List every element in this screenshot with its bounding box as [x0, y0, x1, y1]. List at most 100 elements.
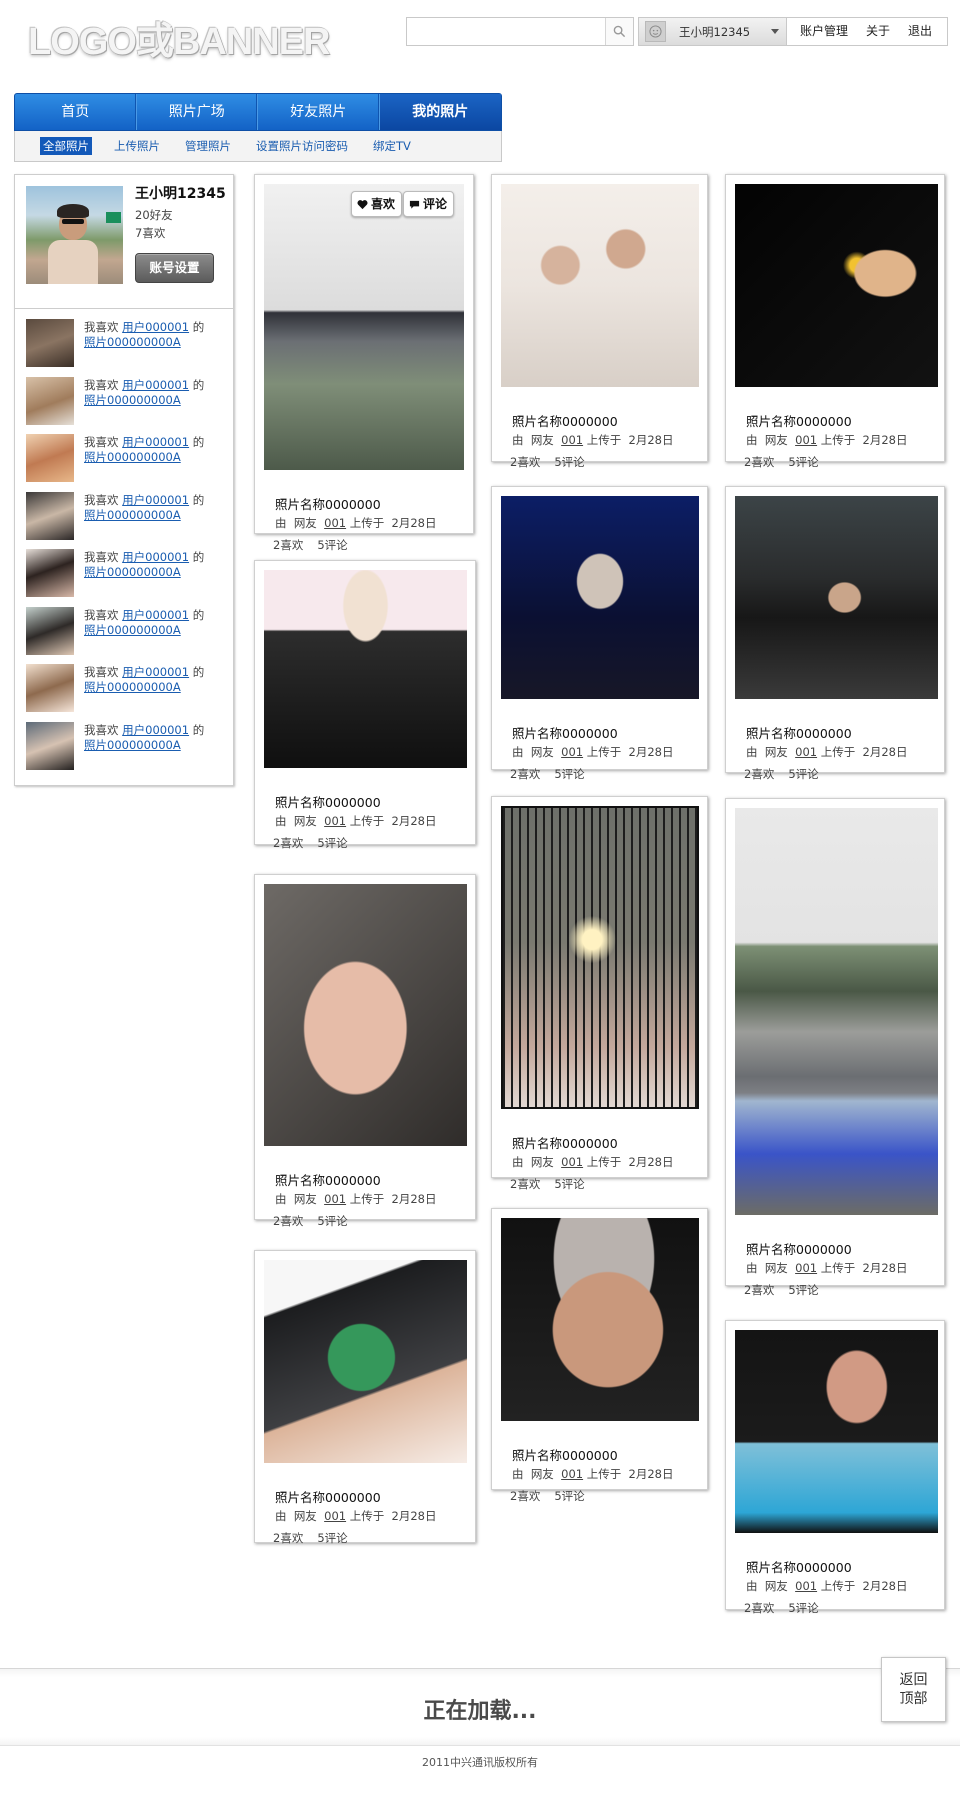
activity-user-link[interactable]: 用户000001	[122, 320, 189, 334]
likes-count[interactable]: 2喜欢	[273, 836, 303, 850]
likes-count[interactable]: 2喜欢	[510, 1177, 540, 1191]
activity-user-link[interactable]: 用户000001	[122, 493, 189, 507]
subtab-bind-tv[interactable]: 绑定TV	[373, 138, 411, 154]
uploader-link[interactable]: 001	[795, 745, 817, 759]
comments-count[interactable]: 5评论	[554, 1177, 584, 1191]
photo-card[interactable]: 照片名称0000000 由 网友 001 上传于 2月28日 2喜欢 5评论	[254, 874, 476, 1228]
photo-card[interactable]: 照片名称0000000 由 网友 001 上传于 2月28日 2喜欢 5评论	[725, 174, 945, 469]
comments-count[interactable]: 5评论	[554, 1489, 584, 1503]
photo-image[interactable]	[501, 496, 699, 699]
friend-avatar[interactable]	[26, 664, 74, 712]
uploader-link[interactable]: 001	[324, 516, 346, 530]
comment-button[interactable]: 评论	[403, 191, 455, 217]
activity-photo-link[interactable]: 照片000000000A	[84, 738, 181, 752]
comments-count[interactable]: 5评论	[788, 1601, 818, 1615]
friend-avatar[interactable]	[26, 319, 74, 367]
photo-title[interactable]: 照片名称0000000	[275, 1487, 381, 1506]
activity-user-link[interactable]: 用户000001	[122, 435, 189, 449]
logout-link[interactable]: 退出	[899, 18, 941, 45]
photo-card[interactable]: 照片名称0000000 由 网友 001 上传于 2月28日 2喜欢 5评论	[725, 798, 945, 1297]
likes-count[interactable]: 2喜欢	[510, 767, 540, 781]
likes-count[interactable]: 2喜欢	[744, 1601, 774, 1615]
photo-card[interactable]: 喜欢 评论 照片名称0000000 由 网友 001 上传于 2月28日 2喜欢 5评论	[254, 174, 474, 552]
photo-card[interactable]: 照片名称0000000 由 网友 001 上传于 2月28日 2喜欢 5评论	[725, 486, 945, 781]
comments-count[interactable]: 5评论	[788, 1283, 818, 1297]
photo-title[interactable]: 照片名称0000000	[746, 411, 852, 430]
photo-title[interactable]: 照片名称0000000	[512, 1445, 618, 1464]
tab-my-photos[interactable]: 我的照片	[379, 94, 501, 130]
subtab-all-photos[interactable]: 全部照片	[40, 137, 92, 155]
activity-user-link[interactable]: 用户000001	[122, 550, 189, 564]
likes-count[interactable]: 2喜欢	[273, 538, 303, 552]
likes-count[interactable]: 2喜欢	[510, 455, 540, 469]
photo-image[interactable]	[264, 184, 464, 470]
photo-image[interactable]	[501, 184, 699, 387]
comments-count[interactable]: 5评论	[317, 538, 347, 552]
uploader-link[interactable]: 001	[795, 433, 817, 447]
back-to-top-button[interactable]: 返回 顶部	[881, 1657, 946, 1722]
comments-count[interactable]: 5评论	[554, 455, 584, 469]
comments-count[interactable]: 5评论	[788, 455, 818, 469]
uploader-link[interactable]: 001	[561, 745, 583, 759]
activity-photo-link[interactable]: 照片000000000A	[84, 508, 181, 522]
friend-avatar[interactable]	[26, 376, 74, 425]
activity-photo-link[interactable]: 照片000000000A	[84, 565, 181, 579]
photo-card[interactable]: 照片名称0000000 由 网友 001 上传于 2月28日 2喜欢 5评论	[491, 174, 708, 469]
activity-photo-link[interactable]: 照片000000000A	[84, 393, 181, 407]
likes-count[interactable]: 2喜欢	[744, 767, 774, 781]
photo-title[interactable]: 照片名称0000000	[746, 723, 852, 742]
comments-count[interactable]: 5评论	[554, 767, 584, 781]
comments-count[interactable]: 5评论	[317, 1214, 347, 1228]
uploader-link[interactable]: 001	[561, 1155, 583, 1169]
photo-image[interactable]	[501, 806, 699, 1109]
uploader-link[interactable]: 001	[324, 814, 346, 828]
likes-count[interactable]: 2喜欢	[744, 455, 774, 469]
photo-image[interactable]	[264, 884, 467, 1146]
activity-user-link[interactable]: 用户000001	[122, 723, 189, 737]
uploader-link[interactable]: 001	[795, 1579, 817, 1593]
site-logo[interactable]: LOGO或BANNER	[28, 10, 330, 65]
photo-title[interactable]: 照片名称0000000	[512, 723, 618, 742]
photo-title[interactable]: 照片名称0000000	[512, 411, 618, 430]
photo-image[interactable]	[735, 184, 938, 387]
subtab-set-password[interactable]: 设置照片访问密码	[256, 138, 348, 154]
activity-user-link[interactable]: 用户000001	[122, 665, 189, 679]
photo-image[interactable]	[264, 570, 467, 768]
comments-count[interactable]: 5评论	[788, 767, 818, 781]
account-settings-button[interactable]: 账号设置	[135, 253, 214, 283]
photo-image[interactable]	[735, 1330, 938, 1533]
photo-image[interactable]	[264, 1260, 467, 1463]
friend-avatar[interactable]	[26, 721, 74, 770]
like-button[interactable]: 喜欢	[351, 191, 403, 217]
activity-user-link[interactable]: 用户000001	[122, 608, 189, 622]
photo-title[interactable]: 照片名称0000000	[746, 1557, 852, 1576]
uploader-link[interactable]: 001	[561, 433, 583, 447]
likes-count[interactable]: 2喜欢	[273, 1531, 303, 1545]
uploader-link[interactable]: 001	[324, 1509, 346, 1523]
photo-image[interactable]	[735, 808, 938, 1215]
photo-card[interactable]: 照片名称0000000 由 网友 001 上传于 2月28日 2喜欢 5评论	[254, 560, 476, 850]
search-button[interactable]	[605, 18, 633, 45]
profile-avatar[interactable]	[26, 186, 123, 284]
account-management-link[interactable]: 账户管理	[787, 18, 857, 45]
tab-friend-photos[interactable]: 好友照片	[258, 94, 380, 130]
activity-photo-link[interactable]: 照片000000000A	[84, 680, 181, 694]
friend-avatar[interactable]	[26, 606, 74, 655]
search-input[interactable]	[407, 18, 605, 45]
photo-title[interactable]: 照片名称0000000	[275, 792, 381, 811]
user-dropdown[interactable]: 王小明12345	[639, 18, 787, 45]
friends-count[interactable]: 20好友	[135, 207, 173, 223]
photo-title[interactable]: 照片名称0000000	[512, 1133, 618, 1152]
tab-home[interactable]: 首页	[15, 94, 137, 130]
comments-count[interactable]: 5评论	[317, 1531, 347, 1545]
photo-title[interactable]: 照片名称0000000	[275, 1170, 381, 1189]
activity-photo-link[interactable]: 照片000000000A	[84, 450, 181, 464]
photo-card[interactable]: 照片名称0000000 由 网友 001 上传于 2月28日 2喜欢 5评论	[491, 1208, 708, 1503]
activity-photo-link[interactable]: 照片000000000A	[84, 623, 181, 637]
photo-image[interactable]	[501, 1218, 699, 1421]
subtab-manage-photos[interactable]: 管理照片	[185, 138, 231, 154]
likes-count[interactable]: 7喜欢	[135, 225, 165, 241]
activity-photo-link[interactable]: 照片000000000A	[84, 335, 181, 349]
comments-count[interactable]: 5评论	[317, 836, 347, 850]
tab-photo-square[interactable]: 照片广场	[137, 94, 258, 130]
